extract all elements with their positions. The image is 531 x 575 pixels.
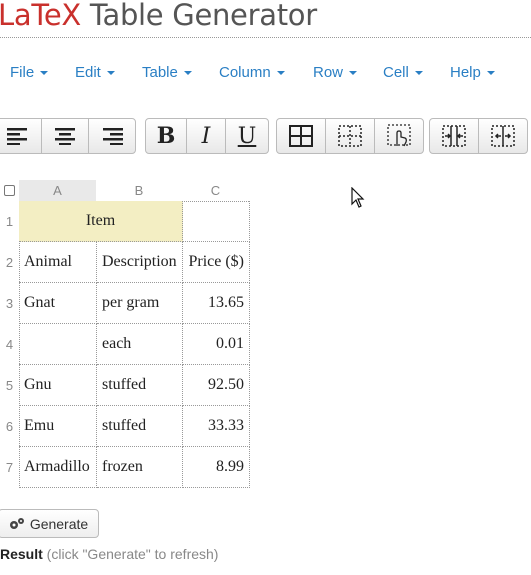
table-cell-item[interactable]: Item [19,201,183,242]
menu-bar: File Edit Table Column Row Cell Help [0,64,531,86]
table-cell[interactable] [183,201,250,242]
generate-button[interactable]: Generate [0,509,99,538]
row-header-3[interactable]: 3 [0,283,19,324]
table-cell[interactable] [19,324,97,365]
title-latex: LaTeX [0,0,81,32]
alignment-group [0,118,136,154]
merge-icon [442,125,466,147]
all-borders-button[interactable] [277,119,326,153]
column-header-a[interactable]: A [19,180,96,201]
chevron-down-icon [486,71,495,76]
no-borders-button[interactable] [326,119,375,153]
underline-icon: U [237,123,257,149]
menu-file[interactable]: File [10,64,49,81]
gears-icon [9,517,24,529]
table-cell[interactable]: Description [97,242,183,283]
generate-label: Generate [29,515,89,532]
row-header-5[interactable]: 5 [0,365,19,406]
chevron-down-icon [349,71,358,76]
dashed-borders-icon [338,125,362,147]
table-cell[interactable]: 92.50 [183,365,250,406]
table-cell[interactable]: Armadillo [19,447,97,488]
row-header-1[interactable]: 1 [0,201,19,242]
align-center-button[interactable] [42,119,89,153]
row-header-2[interactable]: 2 [0,242,19,283]
align-right-button[interactable] [89,119,135,153]
align-center-icon [55,128,75,145]
menu-table[interactable]: Table [142,64,192,81]
hand-pointer-icon [387,124,411,147]
border-group [276,118,424,154]
italic-button[interactable]: I [187,119,226,153]
chevron-down-icon [414,71,423,76]
mouse-pointer-icon [351,186,365,214]
split-icon [491,125,515,147]
align-left-icon [7,128,27,145]
table-cell[interactable]: Gnat [19,283,97,324]
chevron-down-icon [183,71,192,76]
merge-cells-button[interactable] [430,119,479,153]
result-label: Result [0,546,43,562]
table-cell[interactable]: each [97,324,183,365]
title-rest: Table Generator [80,0,317,32]
table-cell[interactable]: stuffed [97,365,183,406]
italic-icon: I [201,123,211,149]
table-cell[interactable]: 8.99 [183,447,250,488]
table-cell[interactable]: Emu [19,406,97,447]
select-all-checkbox[interactable] [4,185,15,196]
column-header-b[interactable]: B [96,180,182,201]
table-cell[interactable]: 33.33 [183,406,250,447]
all-borders-icon [289,125,313,147]
table-cell[interactable]: Gnu [19,365,97,406]
align-right-icon [103,128,123,145]
select-cells-button[interactable] [375,119,423,153]
underline-button[interactable]: U [226,119,268,153]
table-cell[interactable]: Price ($) [183,242,250,283]
chevron-down-icon [276,71,285,76]
app-title: LaTeX Table Generator [0,0,317,32]
chevron-down-icon [40,71,49,76]
menu-help[interactable]: Help [450,64,495,81]
align-left-button[interactable] [0,119,42,153]
result-hint: (click "Generate" to refresh) [42,546,219,562]
table-cell[interactable]: frozen [97,447,183,488]
menu-row[interactable]: Row [313,64,358,81]
menu-edit[interactable]: Edit [75,64,115,81]
format-group: B I U [145,118,269,154]
result-heading: Result (click "Generate" to refresh) [0,546,218,562]
bold-button[interactable]: B [146,119,187,153]
table-cell[interactable]: 0.01 [183,324,250,365]
title-divider [0,37,531,38]
row-header-6[interactable]: 6 [0,406,19,447]
bold-icon: B [156,123,176,149]
table-cell[interactable]: per gram [97,283,183,324]
chevron-down-icon [106,71,115,76]
table-cell[interactable]: 13.65 [183,283,250,324]
column-header-c[interactable]: C [182,180,249,201]
row-header-7[interactable]: 7 [0,447,19,488]
merge-group [429,118,528,154]
menu-cell[interactable]: Cell [383,64,423,81]
split-cells-button[interactable] [479,119,527,153]
menu-column[interactable]: Column [219,64,285,81]
table-cell[interactable]: stuffed [97,406,183,447]
row-header-4[interactable]: 4 [0,324,19,365]
table-cell[interactable]: Animal [19,242,97,283]
